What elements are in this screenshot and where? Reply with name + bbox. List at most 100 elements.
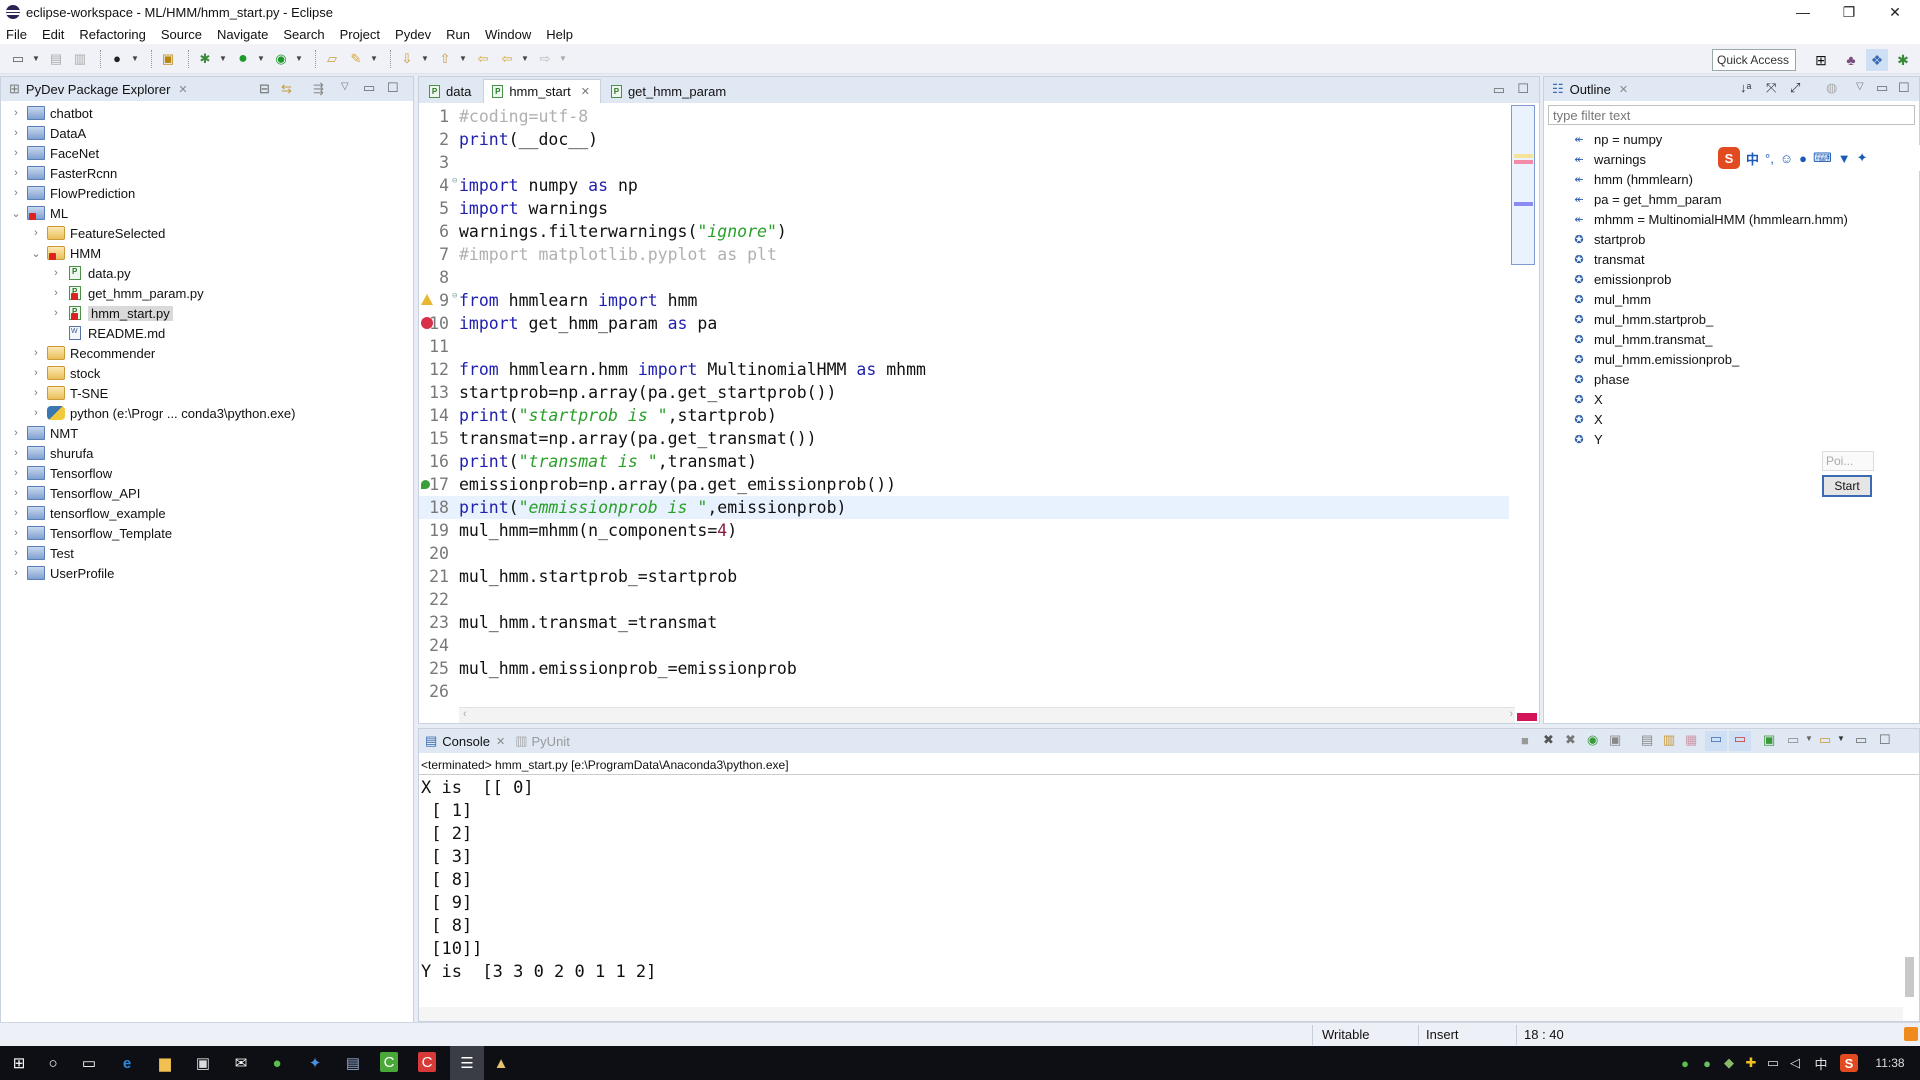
code-line[interactable]: 25 mul_hmm.emissionprob_=emissionprob	[419, 657, 1509, 680]
chevron-right-icon[interactable]: ›	[29, 347, 43, 359]
quick-access-field[interactable]: Quick Access	[1712, 49, 1796, 71]
new-console-icon[interactable]: ▭	[1819, 732, 1831, 748]
close-outline-icon[interactable]: ✕	[1619, 83, 1628, 96]
debug-icon[interactable]: ✱	[195, 49, 215, 69]
chevron-right-icon[interactable]: ›	[49, 267, 63, 279]
minimize-editor-icon[interactable]: ▭	[1493, 82, 1505, 98]
chevron-right-icon[interactable]: ›	[29, 367, 43, 379]
remove-all-icon[interactable]: ✖	[1565, 732, 1576, 748]
code-line[interactable]: 7 #import matplotlib.pyplot as plt	[419, 243, 1509, 266]
scroll-lock-icon[interactable]: ▥	[1663, 732, 1675, 748]
outline-item[interactable]: ↞ mhmm = MultinomialHMM (hmmlearn.hmm)	[1544, 209, 1919, 229]
tree-item[interactable]: › data.py	[1, 263, 413, 283]
minimize-explorer-icon[interactable]: ▭	[363, 80, 375, 96]
green-app-icon[interactable]: C	[380, 1052, 398, 1072]
tree-item[interactable]: › chatbot	[1, 103, 413, 123]
terminate-icon[interactable]: ■	[1521, 733, 1529, 748]
chevron-right-icon[interactable]: ›	[9, 447, 23, 459]
code-line[interactable]: 15 transmat=np.array(pa.get_transmat())	[419, 427, 1509, 450]
outline-item[interactable]: ↞ hmm (hmmlearn)	[1544, 169, 1919, 189]
sort-icon[interactable]: ↓ᵃ	[1740, 80, 1751, 95]
clock[interactable]: 11:38	[1870, 1054, 1910, 1072]
outline-item[interactable]: ↞ pa = get_hmm_param	[1544, 189, 1919, 209]
expand-icon[interactable]: ⤢	[1790, 80, 1800, 96]
tree-item[interactable]: › stock	[1, 363, 413, 383]
chevron-down-icon[interactable]: ⌄	[29, 247, 43, 260]
chevron-down-icon[interactable]: ⌄	[9, 207, 23, 220]
outline-item[interactable]: ✪ mul_hmm.transmat_	[1544, 329, 1919, 349]
mail-icon[interactable]: ✉	[230, 1052, 252, 1074]
word-wrap-icon[interactable]: ▦	[1685, 732, 1697, 748]
code-line[interactable]: 2 print(__doc__)	[419, 128, 1509, 151]
tray-shield-icon[interactable]: ◆	[1720, 1054, 1738, 1072]
browser-icon[interactable]: ●	[266, 1052, 288, 1074]
menu-window[interactable]: Window	[485, 27, 531, 42]
code-line[interactable]: 8	[419, 266, 1509, 289]
code-line[interactable]: 20	[419, 542, 1509, 565]
volume-icon[interactable]: ◁	[1786, 1054, 1804, 1072]
view-menu-icon[interactable]: ▽	[1856, 81, 1864, 92]
pen-icon[interactable]: ✎	[346, 49, 366, 69]
chevron-right-icon[interactable]: ›	[9, 107, 23, 119]
chevron-right-icon[interactable]: ›	[9, 147, 23, 159]
chevron-right-icon[interactable]: ›	[9, 427, 23, 439]
outline-item[interactable]: ✪ transmat	[1544, 249, 1919, 269]
keyboard-icon[interactable]: ⌨	[1813, 150, 1832, 166]
tree-item[interactable]: › FeatureSelected	[1, 223, 413, 243]
edge-icon[interactable]: e	[116, 1052, 138, 1074]
windows-start-icon[interactable]: ⊞	[8, 1052, 30, 1074]
tab-console[interactable]: Console	[442, 734, 490, 749]
show-on-stdout-icon[interactable]: ▭	[1705, 731, 1727, 751]
external-tools-icon[interactable]: ◉	[271, 49, 291, 69]
punctuation-icon[interactable]: °,	[1765, 151, 1774, 166]
close-explorer-icon[interactable]: ✕	[178, 83, 187, 96]
outline-item[interactable]: ✪ mul_hmm.startprob_	[1544, 309, 1919, 329]
chevron-right-icon[interactable]: ›	[29, 387, 43, 399]
tray-browser-icon[interactable]: ●	[1676, 1054, 1694, 1072]
chevron-right-icon[interactable]: ›	[9, 567, 23, 579]
task-view-icon[interactable]: ▭	[78, 1052, 100, 1074]
code-line[interactable]: 24	[419, 634, 1509, 657]
code-line[interactable]: 21 mul_hmm.startprob_=startprob	[419, 565, 1509, 588]
tree-item[interactable]: README.md	[1, 323, 413, 343]
maximize-explorer-icon[interactable]: ☐	[387, 80, 399, 96]
new-icon[interactable]: ▭	[8, 49, 28, 69]
debug-dropdown-icon[interactable]: ▼	[219, 54, 227, 63]
code-line[interactable]: 17 emissionprob=np.array(pa.get_emissionp…	[419, 473, 1509, 496]
outline-item[interactable]: ✪ X	[1544, 409, 1919, 429]
menu-search[interactable]: Search	[283, 27, 324, 42]
menu-pydev[interactable]: Pydev	[395, 27, 431, 42]
collapse-icon[interactable]: ⤧	[1766, 80, 1776, 96]
code-line[interactable]: 26	[419, 680, 1509, 703]
new-console-dropdown-icon[interactable]: ▼	[1837, 734, 1845, 743]
tab-pyunit[interactable]: PyUnit	[532, 734, 570, 749]
tree-item[interactable]: › shurufa	[1, 443, 413, 463]
tree-item[interactable]: › FlowPrediction	[1, 183, 413, 203]
relaunch-icon[interactable]: ◉	[1587, 732, 1598, 748]
fold-icon[interactable]: ⊖	[452, 176, 457, 186]
console-vertical-scrollbar[interactable]	[1903, 777, 1915, 1007]
python-perspective-icon[interactable]: ❖	[1866, 49, 1888, 71]
sogou-logo-icon[interactable]: S	[1718, 147, 1740, 169]
tree-item[interactable]: › NMT	[1, 423, 413, 443]
chinese-mode-icon[interactable]: 中	[1746, 149, 1759, 168]
menu-project[interactable]: Project	[340, 27, 380, 42]
open-perspective-icon[interactable]: ⊞	[1810, 49, 1832, 71]
close-button[interactable]: ✕	[1872, 0, 1918, 24]
display-console-dropdown-icon[interactable]: ▼	[1805, 734, 1813, 743]
paint-app-icon[interactable]: ▲	[490, 1052, 512, 1074]
chevron-right-icon[interactable]: ›	[9, 507, 23, 519]
ime-indicator[interactable]: 中	[1812, 1054, 1830, 1072]
next-annotation-dropdown-icon[interactable]: ▼	[421, 54, 429, 63]
code-line[interactable]: 14 print("startprob is ",startprob)	[419, 404, 1509, 427]
chevron-right-icon[interactable]: ›	[9, 167, 23, 179]
horizontal-scrollbar[interactable]: ‹ ›	[459, 707, 1515, 723]
pin-icon[interactable]: ▣	[1609, 732, 1621, 748]
display-console-icon[interactable]: ▭	[1787, 732, 1799, 748]
pen-dropdown-icon[interactable]: ▼	[370, 54, 378, 63]
tree-item[interactable]: › python (e:\Progr ... conda3\python.exe)	[1, 403, 413, 423]
code-line[interactable]: 22	[419, 588, 1509, 611]
network-icon[interactable]: ▭	[1764, 1054, 1782, 1072]
next-annotation-icon[interactable]: ⇩	[397, 49, 417, 69]
tree-item[interactable]: › FaceNet	[1, 143, 413, 163]
